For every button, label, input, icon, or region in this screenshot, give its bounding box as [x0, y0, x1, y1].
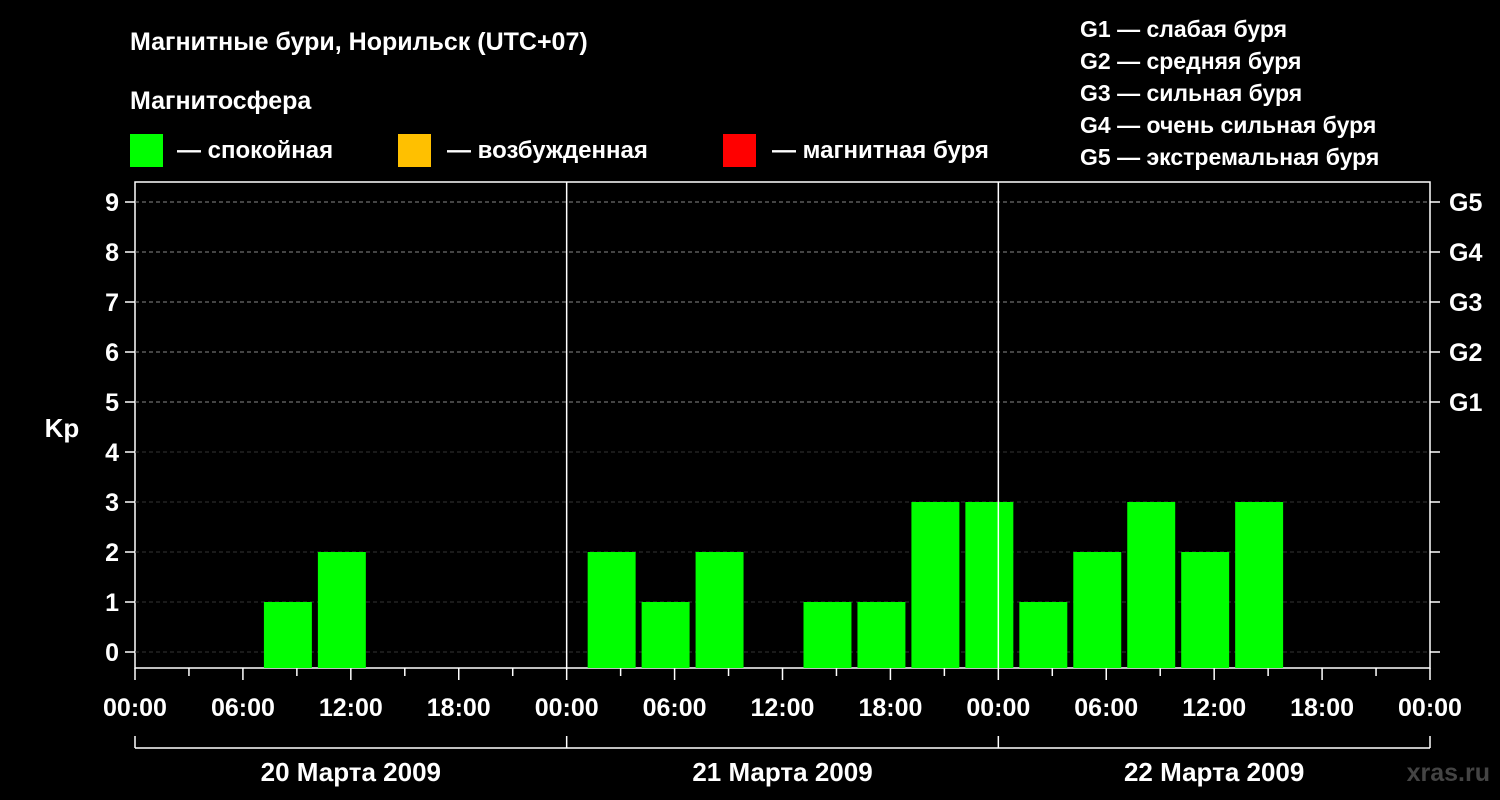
- g-level-label: G5: [1449, 189, 1482, 217]
- day-label-2: 21 Марта 2009: [692, 757, 872, 787]
- g-scale-item-3: G3 — сильная буря: [1080, 80, 1302, 106]
- g-level-label: G4: [1449, 239, 1482, 267]
- kp-bar: [587, 552, 636, 668]
- kp-bar: [695, 552, 744, 668]
- x-tick-label: 18:00: [858, 694, 922, 722]
- g-scale-item-5: G5 — экстремальная буря: [1080, 144, 1379, 170]
- x-tick-label: 06:00: [1074, 694, 1138, 722]
- kp-chart: Магнитные бури, Норильск (UTC+07) Магнито…: [45, 16, 1490, 787]
- kp-bar: [1073, 552, 1122, 668]
- x-tick-label: 00:00: [535, 694, 599, 722]
- kp-bar: [965, 502, 1014, 668]
- x-tick-label: 06:00: [643, 694, 707, 722]
- kp-bar: [317, 552, 366, 668]
- y-tick-label: 0: [105, 639, 119, 667]
- x-tick-label: 00:00: [103, 694, 167, 722]
- y-tick-label: 7: [105, 289, 119, 317]
- g-level-label: G2: [1449, 339, 1482, 367]
- g-level-label: G1: [1449, 389, 1482, 417]
- watermark: xras.ru: [1407, 759, 1490, 787]
- x-tick-label: 18:00: [427, 694, 491, 722]
- legend-label-1: — спокойная: [177, 137, 333, 164]
- x-tick-label: 00:00: [966, 694, 1030, 722]
- legend-swatch-1: [130, 134, 163, 167]
- kp-bar: [1181, 552, 1230, 668]
- y-tick-label: 2: [105, 539, 119, 567]
- y-tick-label: 4: [105, 439, 119, 467]
- y-tick-label: 8: [105, 239, 119, 267]
- g-scale-item-1: G1 — слабая буря: [1080, 16, 1287, 42]
- x-tick-label: 06:00: [211, 694, 275, 722]
- day-label-1: 20 Марта 2009: [261, 757, 441, 787]
- kp-bar: [263, 602, 312, 668]
- day-label-3: 22 Марта 2009: [1124, 757, 1304, 787]
- x-tick-label: 18:00: [1290, 694, 1354, 722]
- y-tick-label: 6: [105, 339, 119, 367]
- y-tick-label: 3: [105, 489, 119, 517]
- kp-bar: [1127, 502, 1176, 668]
- kp-bar: [1019, 602, 1068, 668]
- legend-heading: Магнитосфера: [130, 87, 312, 115]
- legend-swatch-3: [723, 134, 756, 167]
- y-tick-label: 9: [105, 189, 119, 217]
- g-scale-item-4: G4 — очень сильная буря: [1080, 112, 1376, 138]
- kp-bar: [803, 602, 852, 668]
- legend-label-3: — магнитная буря: [772, 137, 989, 164]
- y-tick-label: 5: [105, 389, 119, 417]
- legend-swatch-2: [398, 134, 431, 167]
- g-level-label: G3: [1449, 289, 1482, 317]
- kp-bar: [1235, 502, 1284, 668]
- x-tick-label: 12:00: [751, 694, 815, 722]
- kp-bar: [857, 602, 906, 668]
- y-tick-label: 1: [105, 589, 119, 617]
- x-tick-label: 12:00: [319, 694, 383, 722]
- x-tick-label: 12:00: [1182, 694, 1246, 722]
- g-scale-item-2: G2 — средняя буря: [1080, 48, 1301, 74]
- x-tick-label: 00:00: [1398, 694, 1462, 722]
- kp-bar: [911, 502, 960, 668]
- chart-title: Магнитные бури, Норильск (UTC+07): [130, 28, 588, 56]
- kp-bar: [641, 602, 690, 668]
- legend-label-2: — возбужденная: [447, 137, 648, 164]
- y-axis-label: Kp: [45, 413, 80, 443]
